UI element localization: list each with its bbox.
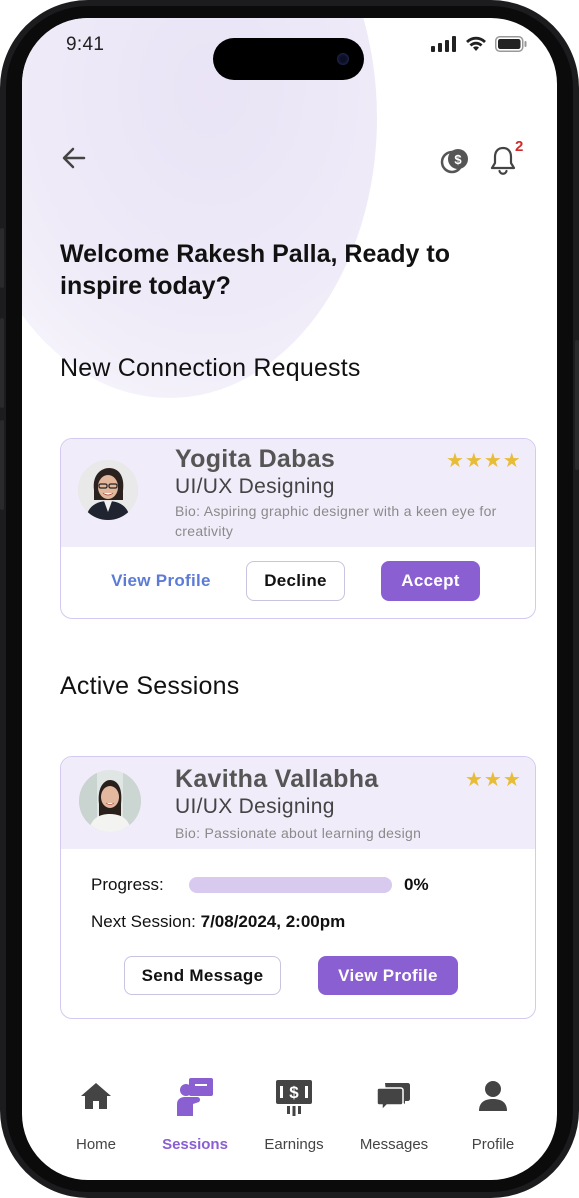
tab-home[interactable]: Home — [46, 1076, 146, 1153]
tab-label: Sessions — [162, 1136, 228, 1153]
tab-label: Earnings — [264, 1136, 324, 1153]
next-session: Next Session: 7/08/2024, 2:00pm — [91, 912, 345, 932]
status-icons — [431, 36, 527, 52]
wifi-icon — [466, 36, 486, 51]
notifications-button[interactable]: 2 — [489, 138, 523, 180]
side-button — [0, 420, 4, 510]
session-name: Kavitha Vallabha — [175, 765, 379, 793]
session-skill: UI/UX Designing — [175, 795, 335, 818]
progress-label: Progress: — [91, 875, 164, 894]
side-button — [575, 340, 579, 470]
coins-icon[interactable]: $ — [440, 146, 470, 176]
welcome-heading: Welcome Rakesh Palla, Ready to inspire t… — [60, 240, 450, 300]
tab-messages[interactable]: Messages — [344, 1076, 444, 1153]
decline-button[interactable]: Decline — [246, 561, 345, 601]
view-profile-link[interactable]: View Profile — [95, 561, 227, 601]
accept-button[interactable]: Accept — [381, 561, 480, 601]
svg-text:$: $ — [289, 1083, 299, 1102]
rating-stars: ★★★★ — [446, 450, 522, 472]
tab-profile[interactable]: Profile — [443, 1076, 543, 1153]
side-button — [0, 318, 4, 408]
next-session-value: 7/08/2024, 2:00pm — [200, 912, 346, 931]
connection-requests-title: New Connection Requests — [60, 354, 361, 382]
request-bio: Bio: Aspiring graphic designer with a ke… — [175, 503, 497, 539]
request-name: Yogita Dabas — [175, 445, 336, 473]
back-arrow-icon[interactable] — [60, 144, 88, 172]
bell-icon — [490, 146, 516, 175]
earnings-icon: $ — [274, 1076, 314, 1116]
next-session-label: Next Session: — [91, 912, 196, 931]
progress-bar — [189, 877, 392, 893]
battery-icon — [495, 36, 527, 52]
profile-icon — [473, 1076, 513, 1116]
send-message-button[interactable]: Send Message — [124, 956, 281, 995]
tab-sessions[interactable]: Sessions — [145, 1076, 245, 1153]
session-bio: Bio: Passionate about learning design — [175, 825, 422, 841]
dynamic-island — [213, 38, 364, 80]
bottom-tab-bar: Home Sessions $ Earnings Messages Profil… — [22, 1076, 557, 1180]
avatar-image — [79, 770, 141, 832]
messages-icon — [374, 1076, 414, 1116]
view-profile-button[interactable]: View Profile — [318, 956, 458, 995]
active-sessions-title: Active Sessions — [60, 672, 240, 700]
sessions-icon — [175, 1076, 215, 1116]
svg-text:$: $ — [454, 152, 462, 167]
home-icon — [76, 1076, 116, 1116]
avatar — [78, 460, 138, 520]
rating-stars: ★★★ — [465, 769, 522, 791]
request-skill: UI/UX Designing — [175, 475, 335, 498]
app-screen: 9:41 $ 2 Welcome Rakesh Palla, Ready to … — [22, 18, 557, 1180]
card-header: Yogita Dabas UI/UX Designing Bio: Aspiri… — [61, 439, 535, 547]
avatar-image — [78, 460, 138, 520]
notification-badge: 2 — [515, 138, 524, 155]
tab-earnings[interactable]: $ Earnings — [244, 1076, 344, 1153]
progress-value: 0% — [404, 875, 429, 894]
side-button — [0, 228, 4, 288]
tab-label: Profile — [471, 1136, 515, 1153]
active-session-card: Kavitha Vallabha UI/UX Designing Bio: Pa… — [60, 756, 536, 1019]
card-header: Kavitha Vallabha UI/UX Designing Bio: Pa… — [61, 757, 535, 849]
signal-icon — [431, 36, 456, 52]
avatar — [79, 770, 141, 832]
status-time: 9:41 — [66, 34, 105, 55]
connection-request-card: Yogita Dabas UI/UX Designing Bio: Aspiri… — [60, 438, 536, 619]
tab-label: Home — [75, 1136, 116, 1153]
camera-icon — [337, 53, 349, 65]
tab-label: Messages — [359, 1136, 429, 1153]
